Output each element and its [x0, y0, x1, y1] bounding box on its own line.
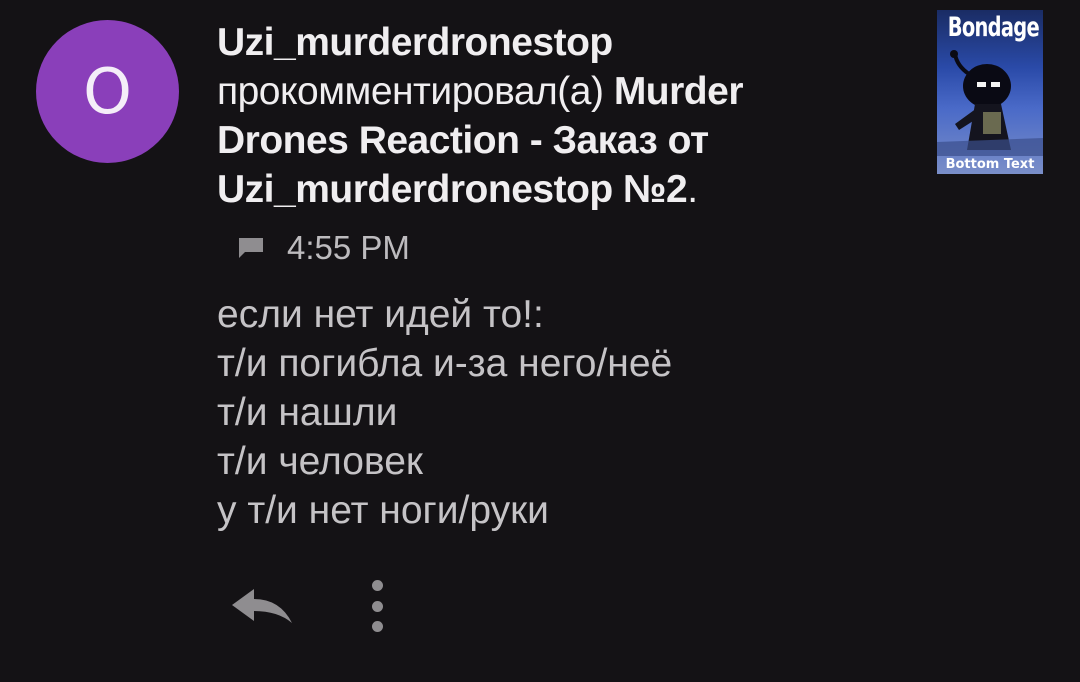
- avatar-letter: O: [83, 54, 132, 128]
- more-dot: [371, 580, 383, 591]
- more-dot: [371, 621, 383, 632]
- thumbnail-bottom-text: Bottom Text: [945, 157, 1035, 172]
- comment-line: у т/и нет ноги/руки: [217, 489, 549, 532]
- comment-icon: [237, 236, 265, 260]
- comment-line: т/и погибла и-за него/неё: [217, 342, 673, 385]
- thumbnail-top-text: Bondage: [947, 12, 1040, 43]
- reply-icon[interactable]: [228, 583, 294, 629]
- meta-row: 4:55 PM: [237, 228, 410, 268]
- action-bar: [228, 580, 384, 632]
- more-dot: [371, 600, 383, 612]
- timestamp: 4:55 PM: [287, 229, 410, 266]
- comment-line: т/и человек: [217, 440, 423, 483]
- comment-notification[interactable]: O Uzi_murderdronestop прокомментировал(а…: [0, 0, 1080, 682]
- notification-headline: Uzi_murderdronestop прокомментировал(а) …: [217, 18, 867, 214]
- username[interactable]: Uzi_murderdronestop: [217, 21, 613, 64]
- post-thumbnail[interactable]: Bondage Bottom Text: [937, 10, 1043, 174]
- action-text: прокомментировал(а): [217, 70, 604, 113]
- comment-line: если нет идей то!:: [217, 293, 544, 336]
- more-vertical-icon[interactable]: [370, 580, 384, 632]
- comment-body: если нет идей то!: т/и погибла и-за него…: [217, 290, 672, 535]
- headline-period: .: [687, 168, 698, 211]
- comment-line: т/и нашли: [217, 391, 398, 434]
- avatar[interactable]: O: [36, 20, 179, 163]
- thumbnail-figure-image: [937, 50, 1043, 156]
